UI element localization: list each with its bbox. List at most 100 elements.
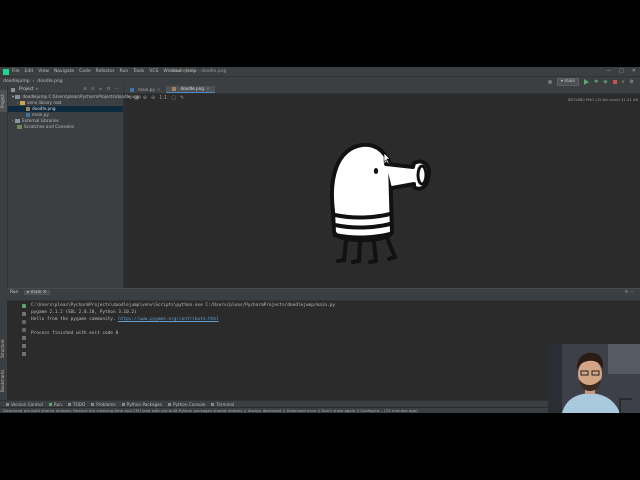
minimize-icon[interactable]: — [606,68,611,74]
close-icon[interactable]: ✕ [632,68,636,74]
menu-view[interactable]: View [38,69,49,74]
gear-icon[interactable]: ⚙ — [624,290,634,295]
doodle-leg [385,236,397,261]
project-panel-actions: ⊕ ≡ ≑ ⚙ — [83,87,119,92]
locate-icon[interactable]: ⊕ [83,87,87,92]
tool-tab-project[interactable]: Project [0,90,7,112]
actual-size-icon[interactable]: 1:1 [159,95,167,101]
hide-icon[interactable]: — [115,87,120,92]
toolbar-right: ▾ main ✱ ◉ ⌕ ⚙ [547,78,634,86]
menu-navigate[interactable]: Navigate [54,69,74,74]
breadcrumb-file[interactable]: doodle.png [37,79,62,84]
run-tab-main[interactable]: ▸ main ✕ [24,289,50,295]
settings-icon[interactable]: ⚙ [630,79,634,85]
delete-icon[interactable] [22,352,26,356]
chevron-down-icon[interactable]: ▾ [12,94,14,99]
python-file-icon [130,88,134,92]
console-line: C:\Users\pleas\PycharmProjects\doodlejum… [31,303,335,308]
folder-icon [20,101,26,105]
scroll-up-icon[interactable] [22,320,26,324]
menu-edit[interactable]: Edit [25,69,34,74]
chevron-right-icon[interactable]: › [17,100,19,105]
breadcrumb-separator: › [32,79,35,84]
color-picker-icon[interactable]: ✎ [180,95,184,101]
collapse-icon[interactable]: ≡ [91,87,95,92]
tool-tab-structure[interactable]: Structure [0,335,7,363]
status-bar: Download pre-built shared indexes: Reduc… [0,407,640,413]
zoom-out-icon[interactable]: ⊖ [151,95,155,101]
gear-icon[interactable]: ⚙ [106,87,110,92]
image-info: 887x880 PNG (32-bit color) 41.51 kB [568,97,638,102]
python-file-icon [26,113,30,117]
tab-label: main.py [138,87,155,92]
presenter-video-frame [548,344,640,413]
menu-run[interactable]: Run [120,69,129,74]
menu-vcs[interactable]: VCS [149,69,158,74]
run-panel-subheader [7,295,640,301]
status-message[interactable]: Download pre-built shared indexes: Reduc… [3,408,418,413]
doodle-eye [373,168,379,174]
print-icon[interactable] [22,344,26,348]
pycharm-logo-icon [3,68,9,75]
fit-icon[interactable]: ⤧ [126,95,130,101]
scroll-down-icon[interactable] [22,328,26,332]
maximize-icon[interactable]: □ [619,68,624,74]
background-icon[interactable]: ▢ [171,95,176,101]
expand-icon[interactable]: ≑ [99,87,103,92]
terminal-icon [211,403,215,406]
tab-main-py[interactable]: main.py ✕ [124,87,166,93]
breadcrumb-project[interactable]: doodlejump [3,79,30,84]
console-link[interactable]: https://www.pygame.org/contribute.html [118,317,218,322]
folder-icon [15,95,21,99]
close-icon[interactable]: ✕ [206,86,210,92]
run-config-select[interactable]: ▾ main [556,78,580,86]
console-output[interactable]: C:\Users\pleas\PycharmProjects\doodlejum… [31,302,631,401]
run-tab-label: main [30,289,42,295]
console-line: Process finished with exit code 0 [31,331,119,336]
search-icon[interactable]: ⌕ [622,79,625,85]
image-file-icon [26,107,30,111]
zoom-in-icon[interactable]: ⊕ [143,95,147,101]
editor-tabs: main.py ✕ doodle.png ✕ [124,86,640,94]
tab-label: doodle.png [180,86,204,91]
tree-item-label: main.py [32,112,49,117]
packages-icon [121,403,125,406]
problems-icon [91,403,95,406]
tree-item-scratches[interactable]: Scratches and Consoles [8,124,123,130]
tool-tab-bookmarks[interactable]: Bookmarks [0,366,7,396]
console-line: Hello from the pygame community. https:/… [31,316,631,323]
project-panel-title[interactable]: Project [19,87,34,92]
console-text: Hello from the pygame community. [31,317,119,322]
run-panel-title: Run [10,289,19,295]
close-icon[interactable]: ✕ [157,87,161,93]
tab-doodle-png[interactable]: doodle.png ✕ [166,86,216,93]
stop-icon[interactable] [612,80,617,84]
user-icon[interactable] [547,80,552,84]
tree-item-label: External Libraries [22,118,59,123]
project-view-icon [11,87,15,92]
doodle-leg [351,241,362,264]
rerun-icon[interactable] [22,304,26,308]
coverage-icon[interactable]: ◉ [603,79,607,85]
menu-tools[interactable]: Tools [133,69,144,74]
debug-icon[interactable]: ✱ [594,79,598,85]
settings-icon[interactable] [22,312,26,316]
run-icon [48,403,52,406]
chevron-down-icon[interactable]: ▾ [36,87,38,92]
grid-icon[interactable]: ▦ [134,95,139,101]
menu-code[interactable]: Code [79,69,91,74]
menu-file[interactable]: File [12,69,20,74]
doodle-leg [368,241,378,264]
run-tool-window: Run ▸ main ✕ ⚙ — C:\Users\pleas\PycharmP… [7,288,640,401]
version-control-icon [6,403,9,406]
webcam-overlay [548,344,640,413]
chevron-right-icon[interactable]: › [12,118,14,123]
doodle-leg [336,239,348,263]
run-icon[interactable] [584,79,590,85]
pin-icon[interactable] [22,336,26,340]
menu-bar: File Edit View Navigate Code Refactor Ru… [0,67,640,76]
tree-item-label: Scratches and Consoles [24,124,74,129]
window-title: doodlejump - doodle.png [170,69,227,74]
run-config-label: main [564,79,576,84]
menu-refactor[interactable]: Refactor [96,69,115,74]
